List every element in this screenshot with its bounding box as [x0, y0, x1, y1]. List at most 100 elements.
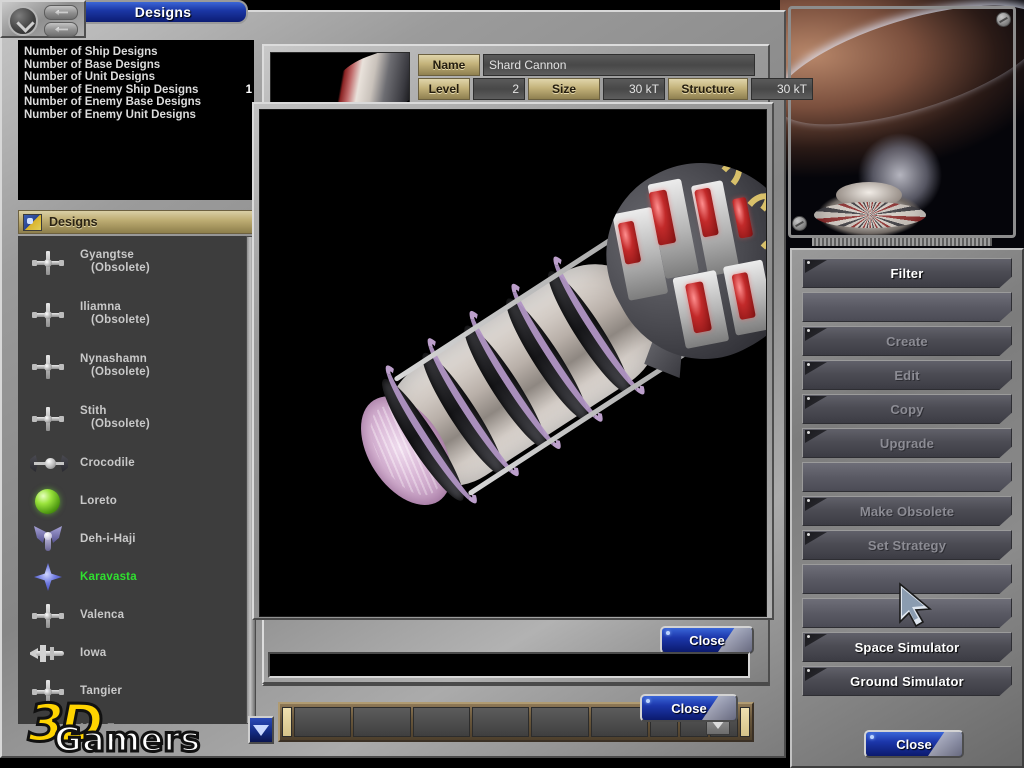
list-item[interactable]: Man Eater — [18, 710, 254, 724]
upgrade-button[interactable]: Upgrade — [802, 428, 1012, 458]
design-counts-panel: Number of Ship Designs Number of Base De… — [18, 40, 254, 200]
slot-cell[interactable] — [471, 707, 530, 737]
main-window-close-button[interactable]: Close — [640, 694, 738, 722]
list-item-selected[interactable]: Karavasta — [18, 558, 254, 596]
cross-ship-icon — [26, 676, 70, 706]
design-name: Gyangtse — [80, 249, 135, 261]
count-row: Number of Enemy Base Designs — [24, 96, 254, 109]
design-status: (Obsolete) — [91, 314, 150, 326]
copy-button[interactable]: Copy — [802, 394, 1012, 424]
list-item-name: Iliamna (Obsolete) — [80, 301, 150, 327]
slot-cell[interactable] — [531, 707, 589, 737]
list-item-name: Nynashamn (Obsolete) — [80, 353, 150, 379]
list-item[interactable]: Gyangtse (Obsolete) — [18, 236, 254, 288]
button-corner-tag — [805, 396, 827, 409]
space-simulator-button-label: Space Simulator — [854, 639, 960, 655]
main-window-close-label: Close — [671, 700, 707, 716]
design-name: Stith — [80, 405, 107, 417]
window-title: Designs — [78, 0, 248, 24]
slot-cell-highlight[interactable] — [282, 707, 292, 737]
shard-cannon-model — [260, 110, 766, 616]
ground-simulator-button[interactable]: Ground Simulator — [802, 666, 1012, 696]
set-strategy-button-label: Set Strategy — [867, 537, 947, 553]
button-corner-tag — [805, 430, 827, 443]
list-item-name: Valenca — [80, 609, 124, 622]
designs-icon — [23, 213, 42, 231]
count-label: Number of Unit Designs — [24, 71, 155, 84]
make-obsolete-button[interactable]: Make Obsolete — [802, 496, 1012, 526]
detail-status-strip — [268, 652, 750, 678]
name-label: Name — [418, 54, 480, 76]
list-item[interactable]: Nynashamn (Obsolete) — [18, 340, 254, 392]
component-detail-window: Name Shard Cannon Level 2 Size 30 kT Str… — [252, 44, 813, 684]
edit-button-label: Edit — [894, 367, 920, 383]
design-name: Crocodile — [80, 456, 135, 469]
slot-cell[interactable] — [412, 707, 470, 737]
iowa-ship-icon — [26, 638, 70, 668]
space-simulator-button[interactable]: Space Simulator — [802, 632, 1012, 662]
design-name: Loreto — [80, 494, 117, 507]
count-label: Number of Base Designs — [24, 58, 161, 71]
design-name: Iliamna — [80, 301, 122, 313]
button-corner-tag — [805, 498, 827, 511]
chevron-down-icon[interactable] — [248, 716, 274, 744]
slot-cell[interactable] — [294, 707, 352, 737]
screw-decoration — [996, 12, 1011, 27]
name-field[interactable]: Shard Cannon — [483, 54, 755, 76]
list-item[interactable]: Iowa — [18, 634, 254, 672]
create-button-label: Create — [886, 333, 928, 349]
count-row: Number of Ship Designs — [24, 46, 254, 59]
spacer-button — [802, 462, 1012, 492]
bat-ship-icon — [26, 524, 70, 554]
count-value: 1 — [245, 83, 252, 96]
3d-model-viewer[interactable] — [259, 109, 767, 617]
upgrade-button-label: Upgrade — [879, 435, 935, 451]
create-button[interactable]: Create — [802, 326, 1012, 356]
copy-button-label: Copy — [890, 401, 924, 417]
count-row: Number of Base Designs — [24, 59, 254, 72]
design-status: (Obsolete) — [91, 262, 150, 274]
design-name: Man Eater — [80, 723, 137, 725]
design-status: (Obsolete) — [91, 418, 150, 430]
list-item-name: Stith (Obsolete) — [80, 405, 150, 431]
window-control-plate — [0, 0, 86, 38]
spacer-button — [802, 292, 1012, 322]
slot-cell-highlight[interactable] — [739, 707, 750, 737]
list-item[interactable]: Tangier — [18, 672, 254, 710]
model-viewer-frame — [252, 102, 774, 620]
list-item[interactable]: Stith (Obsolete) — [18, 392, 254, 444]
crocodile-ship-icon — [26, 448, 70, 478]
list-item[interactable]: Valenca — [18, 596, 254, 634]
list-item-name: Loreto — [80, 495, 117, 508]
minimize-icon[interactable] — [44, 5, 78, 20]
cross-ship-icon — [26, 299, 70, 329]
size-label: Size — [528, 78, 600, 100]
panel-close-button[interactable]: Close — [864, 730, 964, 758]
design-name: Tangier — [80, 684, 123, 697]
design-name: Deh-i-Haji — [80, 532, 136, 545]
edit-button[interactable]: Edit — [802, 360, 1012, 390]
component-thumbnail — [270, 52, 410, 104]
viewer-close-button[interactable]: Close — [660, 626, 754, 654]
list-item[interactable]: Loreto — [18, 482, 254, 520]
design-name: Karavasta — [80, 570, 137, 583]
count-row: Number of Enemy Unit Designs — [24, 109, 254, 122]
filter-button[interactable]: Filter — [802, 258, 1012, 288]
set-strategy-button[interactable]: Set Strategy — [802, 530, 1012, 560]
list-item[interactable]: Iliamna (Obsolete) — [18, 288, 254, 340]
design-status: (Obsolete) — [91, 366, 150, 378]
button-corner-tag — [805, 328, 827, 341]
list-item-name: Deh-i-Haji — [80, 533, 136, 546]
list-item[interactable]: Crocodile — [18, 444, 254, 482]
spacer-button — [802, 564, 1012, 594]
size-value: 30 kT — [603, 78, 665, 100]
slot-cell[interactable] — [353, 707, 411, 737]
system-menu-icon[interactable] — [8, 6, 38, 36]
maximize-icon[interactable] — [44, 22, 78, 37]
designs-list[interactable]: Gyangtse (Obsolete) Iliamna (Obsolete) N… — [18, 236, 254, 724]
count-label: Number of Ship Designs — [24, 46, 158, 58]
list-item-name: Karavasta — [80, 571, 137, 584]
design-name: Iowa — [80, 646, 107, 659]
viewer-close-label: Close — [689, 632, 725, 648]
list-item[interactable]: Deh-i-Haji — [18, 520, 254, 558]
